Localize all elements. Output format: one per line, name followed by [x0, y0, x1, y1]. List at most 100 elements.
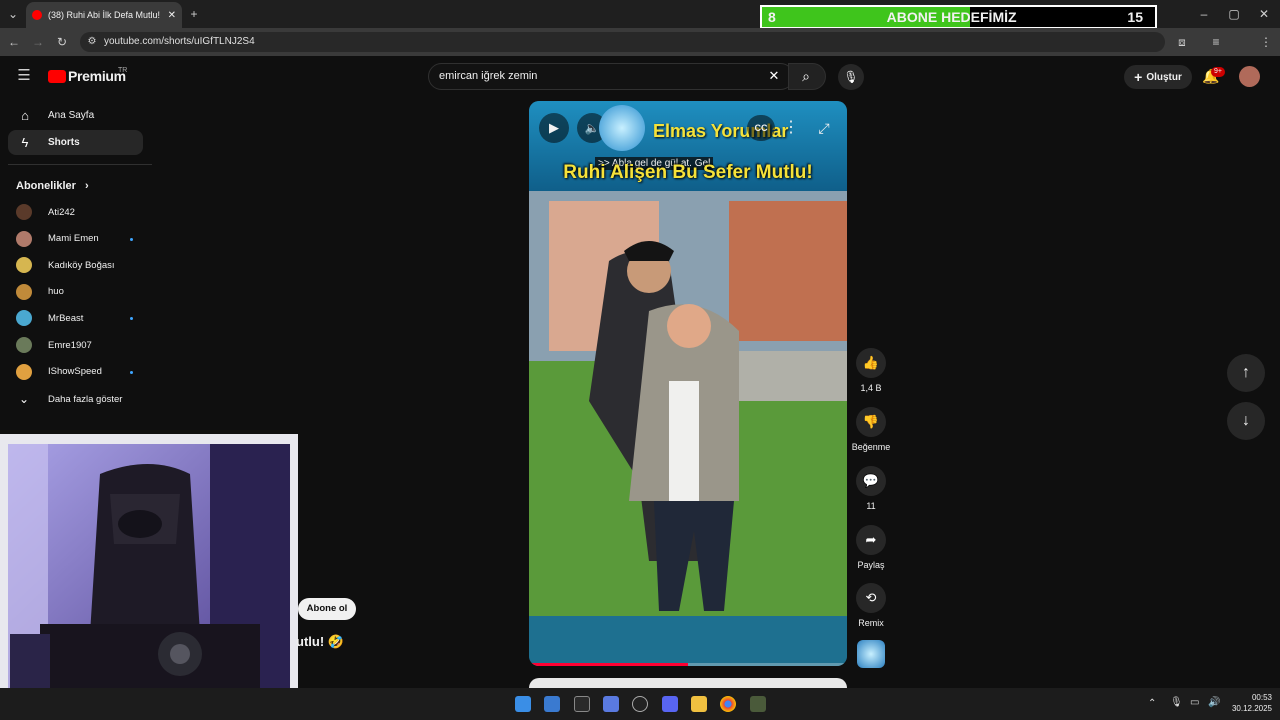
chrome-icon[interactable]: [720, 696, 736, 712]
show-more-label: Daha fazla göster: [48, 393, 123, 405]
subscription-item[interactable]: Mami Emen: [16, 228, 141, 250]
new-content-dot: [130, 237, 133, 241]
search-icon: ⌕: [802, 68, 810, 84]
next-short-button[interactable]: ↓: [1227, 402, 1265, 440]
extensions-icon[interactable]: ⧈: [1174, 34, 1190, 50]
search-input[interactable]: emircan iğrek zemin: [428, 63, 794, 90]
sidebar-item-home[interactable]: ⌂ Ana Sayfa: [8, 103, 143, 128]
like-icon: 👍: [862, 355, 880, 370]
channel-diamond-logo: [599, 105, 645, 151]
comment-button[interactable]: 💬: [856, 466, 886, 496]
tray-display-icon[interactable]: ▭: [1190, 697, 1199, 708]
subscribe-button[interactable]: Abone ol: [298, 598, 356, 620]
file-explorer-icon[interactable]: [691, 696, 707, 712]
subscription-item[interactable]: Ati242: [16, 201, 141, 223]
media-control-icon[interactable]: ≡: [1208, 34, 1224, 50]
active-tab[interactable]: (38) Ruhi Abi İlk Defa Mutlu! 🤣 ✕: [26, 2, 182, 28]
like-button[interactable]: 👍: [856, 348, 886, 378]
shorts-icon: ϟ: [21, 135, 29, 150]
share-button[interactable]: ➦: [856, 525, 886, 555]
mail-app-icon[interactable]: [544, 696, 560, 712]
reload-icon[interactable]: ↻: [54, 34, 70, 50]
tray-mic-icon[interactable]: 🎙: [1170, 697, 1183, 708]
clock-date: 30.12.2025: [1231, 704, 1272, 713]
action-label: Beğenme: [851, 442, 891, 452]
create-button[interactable]: + Oluştur: [1124, 65, 1192, 89]
more-options-icon[interactable]: ⋮: [783, 115, 799, 141]
subscription-item[interactable]: Kadıköy Boğası: [16, 254, 141, 276]
subscription-item[interactable]: IShowSpeed: [16, 361, 141, 383]
action-label: 11: [866, 501, 876, 511]
channel-avatar: [16, 230, 32, 247]
subscription-item[interactable]: Emre1907: [16, 334, 141, 356]
channel-avatar: [16, 363, 32, 380]
channel-avatar: [16, 283, 32, 300]
video-progress-track[interactable]: [529, 663, 847, 666]
close-tab-icon[interactable]: ✕: [168, 10, 176, 21]
sidebar-item-shorts[interactable]: ϟ Shorts: [8, 130, 143, 155]
start-icon[interactable]: [515, 696, 531, 712]
sidebar-divider: [8, 164, 152, 165]
account-avatar[interactable]: [1239, 66, 1260, 87]
short-title-partial: utlu! 🤣: [296, 634, 344, 649]
video-progress-fill: [529, 663, 688, 666]
tray-chevron-icon[interactable]: ⌃: [1148, 698, 1156, 709]
subscription-item[interactable]: huo: [16, 281, 141, 303]
site-info-icon[interactable]: ⚙: [84, 34, 100, 50]
dislike-icon: 👎: [862, 414, 880, 429]
capcut-icon[interactable]: [574, 696, 590, 712]
sound-avatar[interactable]: [857, 640, 885, 668]
discord-icon[interactable]: [662, 696, 678, 712]
back-icon[interactable]: ←: [6, 34, 22, 50]
fullscreen-icon[interactable]: ⤢: [813, 115, 835, 141]
tray-volume-icon[interactable]: 🔊: [1208, 697, 1220, 708]
subscription-name: Kadıköy Boğası: [48, 259, 115, 271]
minimize-icon[interactable]: –: [1196, 6, 1212, 22]
new-tab-icon[interactable]: +: [186, 6, 202, 22]
region-code: TR: [118, 67, 128, 74]
arrow-down-icon: ↓: [1242, 412, 1250, 429]
clock-time: 00:53: [1251, 693, 1272, 702]
video-frame-image: [529, 101, 847, 666]
webcam-feed-image: [0, 434, 298, 720]
previous-short-button[interactable]: ↑: [1227, 354, 1265, 392]
remix-icon: ⟲: [865, 590, 877, 605]
shorts-video-player[interactable]: ▶ 🔈 Elmas Yorumlar CC ⋮ ⤢ >> Abla gel de…: [529, 101, 847, 666]
address-bar-url[interactable]: youtube.com/shorts/uIGfTLNJ2S4: [80, 32, 1165, 52]
tab-title: (38) Ruhi Abi İlk Defa Mutlu! 🤣: [48, 9, 162, 20]
action-label: 1,4 B: [860, 383, 882, 393]
app-icon[interactable]: [750, 696, 766, 712]
goal-current: 8: [768, 9, 776, 25]
action-label: Paylaş: [857, 560, 885, 570]
subscriber-goal-widget: 8 ABONE HEDEFİMİZ 15: [760, 5, 1157, 29]
maximize-icon[interactable]: ▢: [1226, 6, 1242, 22]
menu-kebab-icon[interactable]: ⋮: [1258, 34, 1274, 50]
close-window-icon[interactable]: ✕: [1256, 6, 1272, 22]
share-icon: ➦: [865, 532, 877, 547]
youtube-favicon-icon: [32, 10, 42, 20]
goal-label: ABONE HEDEFİMİZ: [886, 9, 1017, 25]
gamebar-icon[interactable]: [603, 696, 619, 712]
show-more-button[interactable]: ⌄ Daha fazla göster: [16, 388, 141, 410]
subscription-name: huo: [48, 286, 64, 298]
obs-icon[interactable]: [632, 696, 648, 712]
tray-clock[interactable]: 00:53 30.12.2025: [1226, 692, 1272, 714]
clear-search-icon[interactable]: ✕: [766, 68, 782, 84]
remix-button[interactable]: ⟲: [856, 583, 886, 613]
hamburger-menu-icon[interactable]: ☰: [16, 68, 32, 84]
chevron-down-icon: ⌄: [18, 392, 30, 406]
play-button[interactable]: ▶: [539, 113, 569, 143]
sidebar-item-label: Ana Sayfa: [48, 110, 95, 121]
dislike-button[interactable]: 👎: [856, 407, 886, 437]
tab-search-icon[interactable]: ⌄: [5, 6, 21, 22]
subscription-name: Mami Emen: [48, 233, 99, 245]
captions-button[interactable]: CC: [747, 115, 775, 141]
subscription-name: Emre1907: [48, 339, 92, 351]
channel-avatar: [16, 204, 32, 220]
subscription-item[interactable]: MrBeast: [16, 307, 141, 329]
youtube-logo-icon[interactable]: [48, 70, 66, 83]
forward-icon[interactable]: →: [30, 34, 46, 50]
subscriptions-heading[interactable]: Abonelikler ›: [16, 180, 89, 192]
sidebar-item-label: Shorts: [48, 137, 80, 148]
action-label: Remix: [858, 618, 884, 628]
